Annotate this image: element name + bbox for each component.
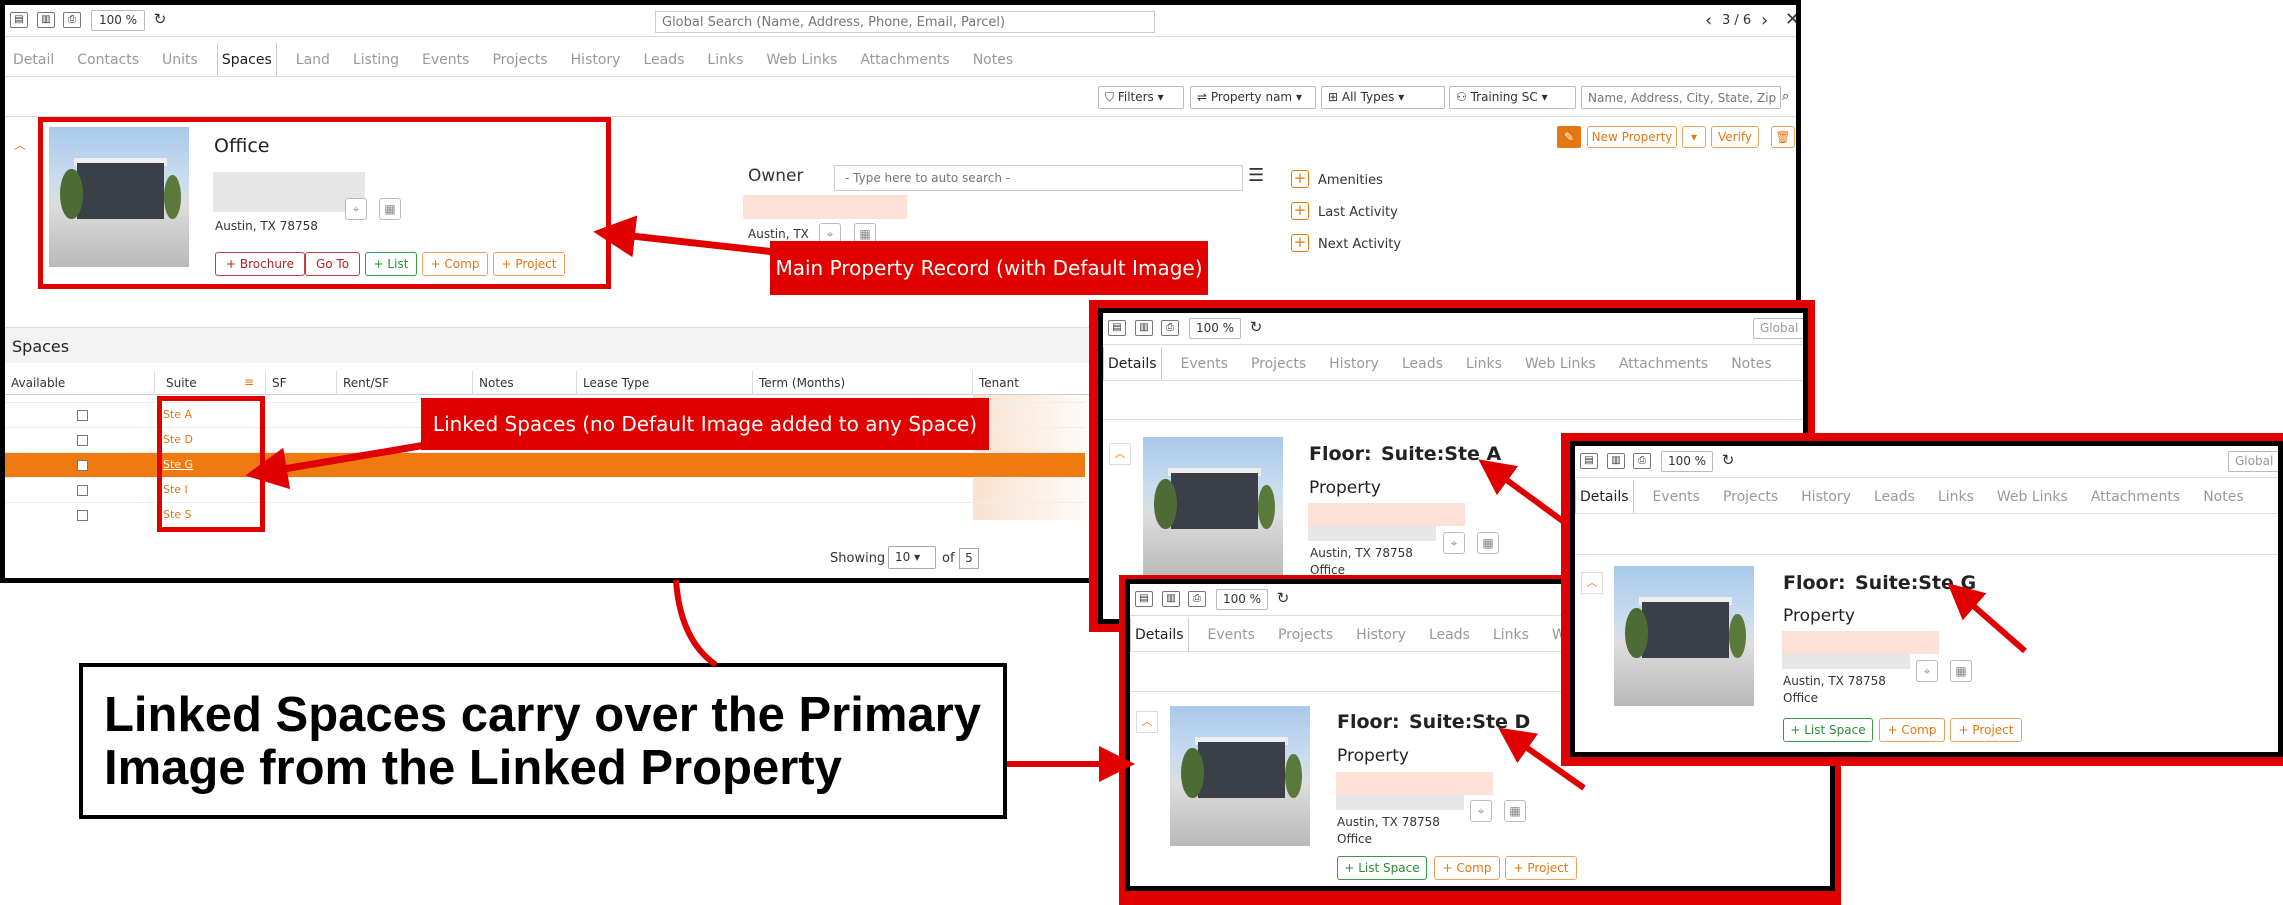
arrow-suite-g [1947,583,2027,654]
arrow-curve [673,579,718,668]
arrow-main-record [593,215,776,258]
annotation-arrows [245,215,2027,791]
arrow-suite-d [1498,727,1586,791]
arrow-linked-spaces [245,436,456,490]
arrow-suite-a [1478,459,1566,525]
